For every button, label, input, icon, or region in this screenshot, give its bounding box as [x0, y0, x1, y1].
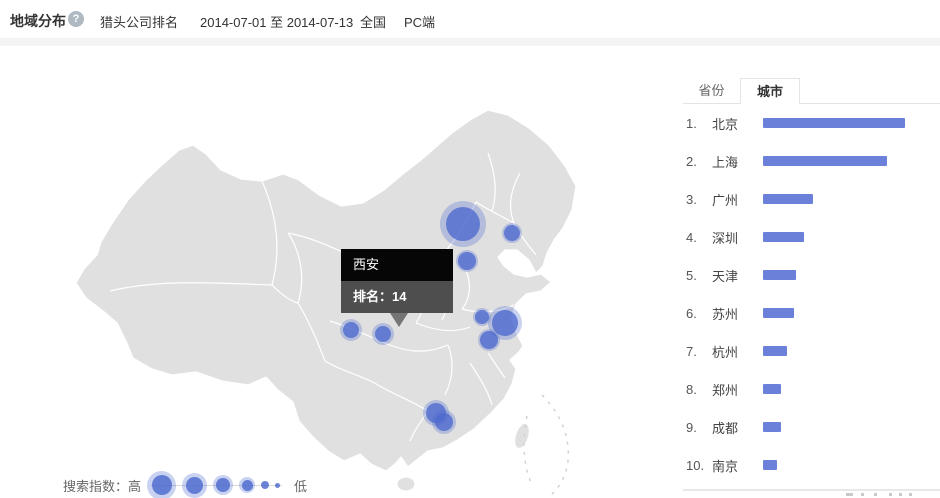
- hainan-island: [397, 477, 415, 491]
- city-ranking-list: 1.北京2.上海3.广州4.深圳5.天津6.苏州7.杭州8.郑州9.成都10.南…: [683, 104, 940, 484]
- city-name: 深圳: [712, 228, 763, 247]
- map-bubble[interactable]: [456, 250, 478, 272]
- map-bubble-core: [480, 331, 498, 349]
- map-bubble[interactable]: [432, 410, 456, 434]
- panel-bottom-divider: [683, 489, 940, 491]
- map-bubble-core: [375, 326, 391, 342]
- map-bubble-core: [475, 310, 489, 324]
- region-distribution-widget: 地域分布 ? 猎头公司排名 2014-07-01 至 2014-07-13 全国…: [0, 0, 940, 498]
- rank-number: 1.: [686, 116, 712, 131]
- city-name: 苏州: [712, 304, 763, 323]
- tooltip-rank: 排名：14: [341, 281, 453, 313]
- south-china-sea-dash-line: [524, 395, 568, 497]
- page-title: 地域分布: [10, 11, 66, 31]
- legend-bubble: [182, 473, 207, 498]
- list-item[interactable]: 10.南京: [683, 446, 940, 484]
- search-index-bar: [763, 422, 781, 432]
- legend-high-label: 搜索指数：高: [63, 476, 141, 495]
- list-item[interactable]: 2.上海: [683, 142, 940, 180]
- list-item[interactable]: 4.深圳: [683, 218, 940, 256]
- city-name: 郑州: [712, 380, 763, 399]
- search-index-bar: [763, 194, 813, 204]
- pagination-mark: [846, 493, 853, 496]
- taiwan-island: [512, 422, 532, 451]
- search-index-bar: [763, 346, 787, 356]
- legend-bubble: [147, 471, 176, 498]
- search-index-bar: [763, 308, 794, 318]
- rank-number: 2.: [686, 154, 712, 169]
- tooltip-arrow-icon: [390, 313, 408, 327]
- pagination-cutoff: [843, 493, 933, 498]
- pagination-mark: [889, 493, 892, 496]
- rank-number: 9.: [686, 420, 712, 435]
- map-bubble-core: [435, 413, 453, 431]
- map-tooltip: 西安 排名：14: [341, 249, 453, 313]
- map-bubble[interactable]: [340, 319, 362, 341]
- city-name: 上海: [712, 152, 763, 171]
- legend-bubble-scale: [147, 471, 286, 498]
- rank-number: 8.: [686, 382, 712, 397]
- pagination-mark: [899, 493, 902, 496]
- map-bubble[interactable]: [502, 223, 522, 243]
- help-icon[interactable]: ?: [68, 11, 84, 27]
- panel-tabbar: 省份 城市: [683, 78, 940, 104]
- tab-city[interactable]: 城市: [740, 78, 800, 104]
- map-bubble[interactable]: [440, 201, 486, 247]
- legend-bubble: [261, 481, 269, 489]
- rank-number: 5.: [686, 268, 712, 283]
- pagination-mark: [909, 493, 912, 496]
- rank-number: 6.: [686, 306, 712, 321]
- city-name: 广州: [712, 190, 763, 209]
- list-item[interactable]: 9.成都: [683, 408, 940, 446]
- city-name: 北京: [712, 114, 763, 133]
- header-divider: [0, 38, 940, 46]
- list-item[interactable]: 5.天津: [683, 256, 940, 294]
- legend-bubble: [239, 477, 255, 493]
- rank-number: 4.: [686, 230, 712, 245]
- legend-bubble-core: [261, 481, 269, 489]
- search-index-bar: [763, 118, 905, 128]
- date-range-label: 2014-07-01 至 2014-07-13: [200, 12, 353, 31]
- list-item[interactable]: 6.苏州: [683, 294, 940, 332]
- list-item[interactable]: 7.杭州: [683, 332, 940, 370]
- keyword-label: 猎头公司排名: [100, 12, 178, 31]
- search-index-bar: [763, 384, 781, 394]
- device-label: PC端: [404, 12, 435, 31]
- legend-bubble: [213, 475, 233, 495]
- city-name: 成都: [712, 418, 763, 437]
- tooltip-city-name: 西安: [341, 249, 453, 281]
- map-bubble-core: [504, 225, 520, 241]
- pagination-mark: [874, 493, 877, 496]
- city-name: 杭州: [712, 342, 763, 361]
- pagination-mark: [861, 493, 864, 496]
- tab-province[interactable]: 省份: [683, 78, 740, 104]
- rank-number: 10.: [686, 458, 712, 473]
- map-bubble-core: [343, 322, 359, 338]
- city-name: 南京: [712, 456, 763, 475]
- china-mainland-shape[interactable]: [76, 110, 576, 471]
- list-item[interactable]: 1.北京: [683, 104, 940, 142]
- list-item[interactable]: 3.广州: [683, 180, 940, 218]
- legend-low-label: 低: [294, 476, 307, 495]
- region-label: 全国: [360, 12, 386, 31]
- search-index-bar: [763, 270, 796, 280]
- legend-bubble-core: [216, 478, 230, 492]
- map-bubble-core: [446, 207, 480, 241]
- search-index-bar: [763, 156, 887, 166]
- search-index-legend: 搜索指数：高 低: [63, 470, 307, 498]
- legend-bubble-core: [152, 475, 172, 495]
- search-index-bar: [763, 460, 777, 470]
- city-name: 天津: [712, 266, 763, 285]
- rank-number: 7.: [686, 344, 712, 359]
- china-map[interactable]: 西安 排名：14: [0, 46, 680, 498]
- search-index-bar: [763, 232, 804, 242]
- legend-bubble: [275, 483, 280, 488]
- rank-number: 3.: [686, 192, 712, 207]
- map-bubble-core: [458, 252, 476, 270]
- list-item[interactable]: 8.郑州: [683, 370, 940, 408]
- map-bubble[interactable]: [478, 329, 500, 351]
- legend-bubble-core: [186, 477, 203, 494]
- legend-bubble-core: [275, 483, 280, 488]
- legend-bubble-core: [242, 480, 253, 491]
